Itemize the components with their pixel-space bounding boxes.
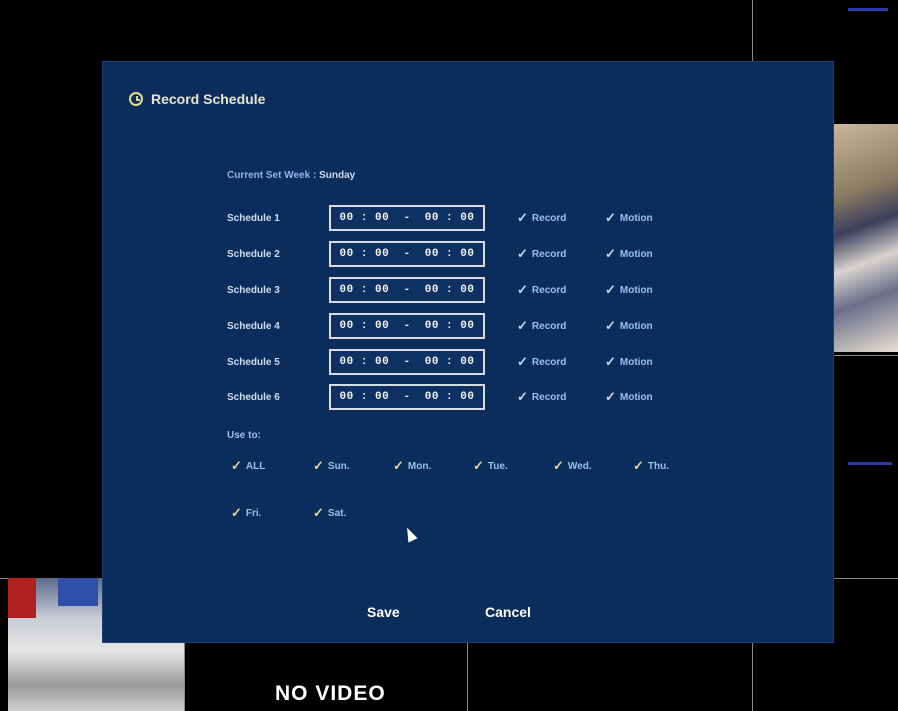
schedule-label: Schedule 4 — [227, 320, 280, 332]
schedule-row: Schedule 3 00 : 00 - 00 : 00 ✓ Record ✓ Mo… — [227, 276, 653, 304]
save-button[interactable]: Save — [367, 604, 400, 620]
day-checkbox-all[interactable]: ✓ ALL — [231, 458, 265, 474]
record-checkbox[interactable]: ✓ Record — [517, 389, 605, 405]
dialog-header: Record Schedule — [129, 91, 265, 107]
checkmark-icon: ✓ — [605, 210, 616, 225]
schedule-label: Schedule 6 — [227, 391, 280, 403]
dialog-title: Record Schedule — [151, 91, 266, 107]
schedule-row: Schedule 5 00 : 00 - 00 : 00 ✓ Record ✓ Mo… — [227, 348, 653, 376]
checkmark-icon: ✓ — [517, 210, 528, 225]
feed-object — [8, 578, 36, 618]
use-to-label: Use to: — [227, 430, 261, 441]
record-schedule-dialog: Record Schedule Current Set Week : Sunda… — [102, 61, 834, 643]
checkmark-icon: ✓ — [517, 246, 528, 261]
checkmark-icon: ✓ — [231, 458, 242, 473]
checkmark-icon: ✓ — [605, 354, 616, 369]
motion-checkbox[interactable]: ✓ Motion — [605, 210, 653, 226]
record-label: Record — [531, 248, 567, 260]
record-checkbox[interactable]: ✓ Record — [517, 354, 605, 370]
cancel-button[interactable]: Cancel — [485, 604, 531, 620]
clock-icon — [129, 92, 143, 106]
checkmark-icon: ✓ — [517, 389, 528, 404]
schedule-label: Schedule 1 — [227, 212, 280, 224]
current-week-value[interactable]: Sunday — [319, 170, 355, 181]
motion-label: Motion — [619, 391, 653, 403]
checkmark-icon: ✓ — [313, 505, 324, 520]
mouse-cursor-icon — [402, 525, 418, 543]
motion-label: Motion — [619, 212, 653, 224]
day-checkbox-wed[interactable]: ✓ Wed. — [553, 458, 592, 474]
schedule-row: Schedule 4 00 : 00 - 00 : 00 ✓ Record ✓ Mo… — [227, 312, 653, 340]
feed-marker — [848, 462, 892, 465]
motion-checkbox[interactable]: ✓ Motion — [605, 318, 653, 334]
day-checkbox-sun[interactable]: ✓ Sun. — [313, 458, 350, 474]
day-label: Wed. — [567, 460, 592, 472]
checkmark-icon: ✓ — [605, 246, 616, 261]
current-week-label: Current Set Week : — [227, 170, 317, 181]
checkmark-icon: ✓ — [605, 318, 616, 333]
checkmark-icon: ✓ — [393, 458, 404, 473]
day-label: Sun. — [327, 460, 350, 472]
schedule-row: Schedule 1 00 : 00 - 00 : 00 ✓ Record ✓ Mo… — [227, 204, 653, 232]
motion-label: Motion — [619, 320, 653, 332]
schedule-label: Schedule 5 — [227, 356, 280, 368]
checkmark-icon: ✓ — [633, 458, 644, 473]
motion-checkbox[interactable]: ✓ Motion — [605, 246, 653, 262]
grid-line-vertical-mid — [467, 640, 468, 711]
checkmark-icon: ✓ — [231, 505, 242, 520]
feed-object — [58, 578, 98, 606]
current-week: Current Set Week : Sunday — [227, 170, 355, 181]
day-checkbox-fri[interactable]: ✓ Fri. — [231, 505, 261, 521]
schedule-label: Schedule 2 — [227, 248, 280, 260]
record-label: Record — [531, 391, 567, 403]
schedule-time-field[interactable]: 00 : 00 - 00 : 00 — [329, 277, 485, 303]
feed-marker — [848, 8, 888, 11]
day-checkbox-thu[interactable]: ✓ Thu. — [633, 458, 669, 474]
motion-checkbox[interactable]: ✓ Motion — [605, 282, 653, 298]
record-checkbox[interactable]: ✓ Record — [517, 282, 605, 298]
motion-checkbox[interactable]: ✓ Motion — [605, 389, 653, 405]
grid-line-horizontal-right — [832, 355, 898, 356]
motion-label: Motion — [619, 284, 653, 296]
record-checkbox[interactable]: ✓ Record — [517, 210, 605, 226]
schedule-time-field[interactable]: 00 : 00 - 00 : 00 — [329, 241, 485, 267]
day-label: ALL — [245, 460, 266, 472]
day-label: Tue. — [487, 460, 508, 472]
grid-line-vertical-left — [184, 640, 185, 711]
checkmark-icon: ✓ — [517, 318, 528, 333]
checkmark-icon: ✓ — [473, 458, 484, 473]
checkmark-icon: ✓ — [517, 354, 528, 369]
day-label: Thu. — [647, 460, 670, 472]
checkmark-icon: ✓ — [605, 389, 616, 404]
camera-feed-right[interactable] — [832, 124, 898, 352]
checkmark-icon: ✓ — [605, 282, 616, 297]
schedule-label: Schedule 3 — [227, 284, 280, 296]
checkmark-icon: ✓ — [517, 282, 528, 297]
schedule-row: Schedule 6 00 : 00 - 00 : 00 ✓ Record ✓ Mo… — [227, 383, 653, 411]
no-video-label: NO VIDEO — [275, 682, 386, 705]
schedule-time-field[interactable]: 00 : 00 - 00 : 00 — [329, 313, 485, 339]
day-checkbox-sat[interactable]: ✓ Sat. — [313, 505, 346, 521]
schedule-time-field[interactable]: 00 : 00 - 00 : 00 — [329, 384, 485, 410]
day-checkbox-mon[interactable]: ✓ Mon. — [393, 458, 431, 474]
motion-checkbox[interactable]: ✓ Motion — [605, 354, 653, 370]
record-label: Record — [531, 320, 567, 332]
day-checkbox-tue[interactable]: ✓ Tue. — [473, 458, 508, 474]
schedule-time-field[interactable]: 00 : 00 - 00 : 00 — [329, 205, 485, 231]
record-label: Record — [531, 356, 567, 368]
day-label: Fri. — [245, 507, 262, 519]
schedule-row: Schedule 2 00 : 00 - 00 : 00 ✓ Record ✓ Mo… — [227, 240, 653, 268]
motion-label: Motion — [619, 356, 653, 368]
motion-label: Motion — [619, 248, 653, 260]
record-checkbox[interactable]: ✓ Record — [517, 246, 605, 262]
day-label: Sat. — [327, 507, 347, 519]
record-label: Record — [531, 284, 567, 296]
record-checkbox[interactable]: ✓ Record — [517, 318, 605, 334]
checkmark-icon: ✓ — [313, 458, 324, 473]
checkmark-icon: ✓ — [553, 458, 564, 473]
schedule-time-field[interactable]: 00 : 00 - 00 : 00 — [329, 349, 485, 375]
record-label: Record — [531, 212, 567, 224]
day-label: Mon. — [407, 460, 432, 472]
